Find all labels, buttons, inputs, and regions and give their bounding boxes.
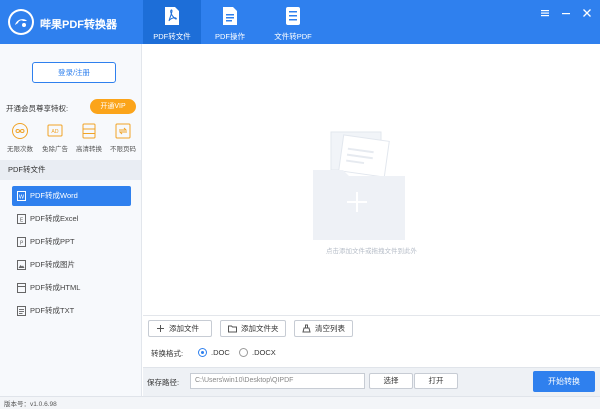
status-bar xyxy=(0,396,600,409)
login-register-button[interactable]: 登录/注册 xyxy=(32,62,116,83)
close-icon[interactable] xyxy=(581,7,593,19)
perk-label: 高清转换 xyxy=(76,146,102,153)
unlimited-pages-icon xyxy=(115,123,131,139)
tab-file-to-pdf[interactable]: 文件转PDF xyxy=(264,0,322,44)
start-convert-button[interactable]: 开始转换 xyxy=(533,371,595,392)
format-doc-radio[interactable] xyxy=(198,348,207,357)
format-docx-radio[interactable] xyxy=(239,348,248,357)
infinity-icon xyxy=(12,123,28,139)
sidebar-item-pdf-to-html[interactable]: PDF转成HTML xyxy=(12,278,131,298)
main-panel: 点击添加文件或拖拽文件到此外 添加文件 添加文件夹 清空列表 转换格式: .DO… xyxy=(143,44,600,396)
tab-pdf-operate[interactable]: PDF操作 xyxy=(201,0,259,44)
menu-icon[interactable] xyxy=(539,7,551,19)
open-folder-button[interactable]: 打开 xyxy=(414,373,458,389)
add-folder-button[interactable]: 添加文件夹 xyxy=(220,320,286,337)
button-label: 添加文件 xyxy=(169,324,199,333)
folder-drop-zone-icon[interactable] xyxy=(313,130,405,240)
broom-icon xyxy=(302,324,311,333)
sidebar-item-pdf-to-word[interactable]: W PDF转成Word xyxy=(12,186,131,206)
button-label: 清空列表 xyxy=(315,324,345,333)
no-ad-icon: AD xyxy=(47,124,63,137)
word-icon: W xyxy=(17,191,26,201)
image-icon xyxy=(17,260,26,270)
plus-icon xyxy=(157,325,164,332)
format-docx-label[interactable]: .DOCX xyxy=(252,348,276,357)
ppt-icon: P xyxy=(17,237,26,247)
save-path-input[interactable]: C:\Users\win10\Desktop\QIPDF xyxy=(190,373,365,389)
format-doc-label[interactable]: .DOC xyxy=(211,348,230,357)
tab-label: PDF转文件 xyxy=(153,32,191,41)
version-text: 版本号：v1.0.6.98 xyxy=(4,401,57,408)
sidebar-item-label: PDF转成Word xyxy=(30,191,78,200)
svg-text:W: W xyxy=(19,195,25,201)
drop-hint-text: 点击添加文件或拖拽文件到此外 xyxy=(326,248,417,255)
clear-list-button[interactable]: 清空列表 xyxy=(294,320,353,337)
tab-label: 文件转PDF xyxy=(274,32,312,41)
sidebar-item-pdf-to-image[interactable]: PDF转成图片 xyxy=(12,255,131,275)
perk-label: 不限页码 xyxy=(110,146,136,153)
svg-text:E: E xyxy=(20,218,24,224)
file-to-pdf-icon xyxy=(286,7,300,25)
open-vip-button[interactable]: 开通VIP xyxy=(90,99,136,114)
sidebar: 登录/注册 开通会员尊享特权: 开通VIP 无限次数 AD 免除广告 高清转换 … xyxy=(0,44,142,396)
perk-label: 无限次数 xyxy=(7,146,33,153)
button-label: 添加文件夹 xyxy=(241,324,279,333)
pdf-file-icon xyxy=(165,7,179,25)
save-path-label: 保存路径: xyxy=(147,378,180,387)
choose-path-button[interactable]: 选择 xyxy=(369,373,413,389)
tab-label: PDF操作 xyxy=(215,32,245,41)
sidebar-item-label: PDF转成图片 xyxy=(30,260,75,269)
tab-pdf-to-file[interactable]: PDF转文件 xyxy=(143,0,201,44)
sidebar-item-label: PDF转成TXT xyxy=(30,306,75,315)
svg-text:P: P xyxy=(20,241,24,247)
add-file-button[interactable]: 添加文件 xyxy=(148,320,212,337)
sidebar-item-pdf-to-excel[interactable]: E PDF转成Excel xyxy=(12,209,131,229)
sidebar-item-label: PDF转成HTML xyxy=(30,283,81,292)
sidebar-item-pdf-to-ppt[interactable]: P PDF转成PPT xyxy=(12,232,131,252)
title-bar: 哔果PDF转换器 PDF转文件 PDF操作 文件转PDF xyxy=(0,0,600,44)
perk-unlimited-pages: 不限页码 xyxy=(108,122,138,153)
app-title: 哔果PDF转换器 xyxy=(40,19,117,31)
pdf-operate-icon xyxy=(223,7,237,25)
vip-privilege-title: 开通会员尊享特权: xyxy=(6,104,69,113)
section-title: PDF转文件 xyxy=(0,160,141,180)
sidebar-item-pdf-to-txt[interactable]: PDF转成TXT xyxy=(12,301,131,321)
sidebar-item-label: PDF转成Excel xyxy=(30,214,79,223)
perk-no-ads: AD 免除广告 xyxy=(40,122,70,153)
hd-convert-icon xyxy=(82,123,96,139)
minimize-icon[interactable] xyxy=(560,7,572,19)
perk-hd-convert: 高清转换 xyxy=(74,122,104,153)
txt-icon xyxy=(17,306,26,316)
perk-unlimited-times: 无限次数 xyxy=(5,122,35,153)
folder-icon xyxy=(228,325,237,333)
excel-icon: E xyxy=(17,214,26,224)
svg-text:AD: AD xyxy=(51,129,58,135)
divider xyxy=(143,315,600,316)
format-label: 转换格式: xyxy=(151,349,184,358)
app-logo-icon xyxy=(8,9,34,35)
perk-label: 免除广告 xyxy=(42,146,68,153)
sidebar-item-label: PDF转成PPT xyxy=(30,237,75,246)
html-icon xyxy=(17,283,26,293)
save-bar: 保存路径: C:\Users\win10\Desktop\QIPDF 选择 打开… xyxy=(143,367,600,396)
